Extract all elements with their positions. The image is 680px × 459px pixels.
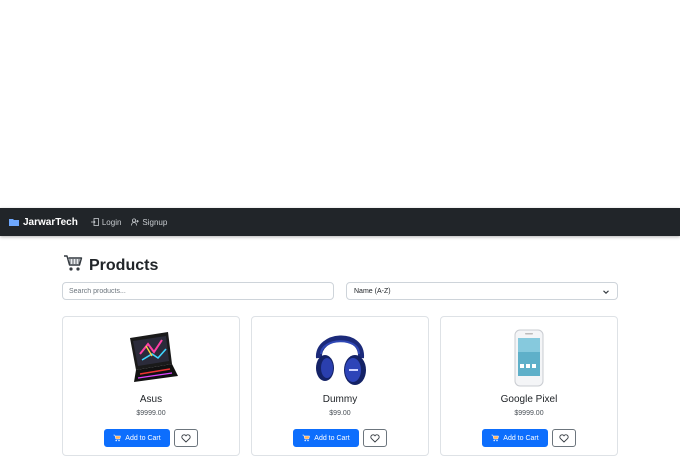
navbar: JarwarTech Login Signup (0, 208, 680, 236)
nav-signup-link[interactable]: Signup (131, 218, 167, 227)
chevron-down-icon (602, 288, 610, 296)
product-actions: Add to Cart (252, 429, 428, 447)
add-to-cart-button[interactable]: Add to Cart (293, 429, 359, 447)
cart-icon (302, 434, 311, 442)
product-name: Dummy (322, 394, 358, 405)
add-to-cart-label: Add to Cart (503, 434, 539, 442)
user-plus-icon (131, 218, 140, 226)
nav-login-link[interactable]: Login (90, 217, 122, 227)
page-heading: Products (63, 254, 158, 277)
nav-signup-label: Signup (142, 217, 168, 227)
product-card: Asus $9999.00 Add to Cart (62, 316, 240, 456)
page-title: Products (89, 256, 159, 274)
product-price: $9999.00 (514, 410, 544, 417)
favorite-button[interactable] (362, 429, 387, 447)
phone-image (494, 324, 564, 388)
headphones-image (305, 324, 375, 388)
product-name: Google Pixel (500, 394, 558, 405)
product-actions: Add to Cart (441, 429, 617, 447)
shopping-cart-icon (63, 254, 83, 277)
product-price: $9999.00 (136, 410, 166, 417)
product-actions: Add to Cart (63, 429, 239, 447)
cart-icon (491, 434, 500, 442)
sort-selected-value: Name (A-Z) (354, 287, 391, 295)
add-to-cart-label: Add to Cart (314, 434, 350, 442)
add-to-cart-label: Add to Cart (125, 434, 161, 442)
folder-icon (9, 218, 19, 226)
product-card: Google Pixel $9999.00 Add to Cart (440, 316, 618, 456)
favorite-button[interactable] (173, 429, 198, 447)
heart-icon (370, 431, 380, 446)
cart-icon (113, 434, 122, 442)
add-to-cart-button[interactable]: Add to Cart (104, 429, 170, 447)
brand-link[interactable]: JarwarTech (9, 217, 78, 228)
product-name: Asus (139, 394, 163, 405)
heart-icon (559, 431, 569, 446)
sort-select[interactable]: Name (A-Z) (346, 282, 618, 300)
heart-icon (181, 431, 191, 446)
nav-login-label: Login (101, 217, 122, 227)
laptop-image (116, 324, 186, 388)
favorite-button[interactable] (551, 429, 576, 447)
add-to-cart-button[interactable]: Add to Cart (482, 429, 548, 447)
login-icon (90, 218, 99, 226)
product-card: Dummy $99.00 Add to Cart (251, 316, 429, 456)
search-input[interactable] (62, 282, 334, 300)
brand-name: JarwarTech (23, 216, 78, 228)
product-price: $99.00 (329, 410, 351, 417)
